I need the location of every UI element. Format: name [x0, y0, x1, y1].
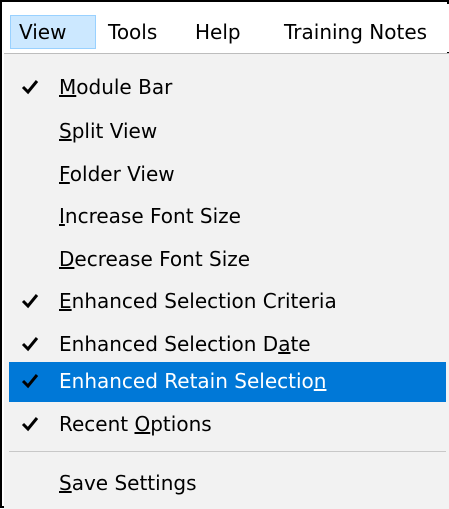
menu-bar: View Tools Help Training Notes: [4, 4, 449, 52]
menu-item-split-view[interactable]: Split View: [9, 112, 446, 152]
checkmark-icon: [21, 417, 39, 432]
menu-item-module-bar[interactable]: Module Bar: [9, 68, 446, 108]
menu-item-label: Enhanced Retain Selection: [59, 369, 327, 393]
menu-item-enhanced-selection-criteria[interactable]: Enhanced Selection Criteria: [9, 282, 446, 322]
menu-item-label: Folder View: [59, 162, 175, 186]
menu-item-label: Split View: [59, 119, 158, 143]
menu-training-notes[interactable]: Training Notes: [284, 15, 427, 49]
checkmark-icon: [21, 294, 39, 309]
checkmark-icon: [21, 80, 39, 95]
menu-item-enhanced-retain-selection[interactable]: Enhanced Retain Selection: [9, 362, 446, 402]
menu-item-enhanced-selection-date[interactable]: Enhanced Selection Date: [9, 325, 446, 365]
menu-item-increase-font-size[interactable]: Increase Font Size: [9, 197, 446, 237]
menu-item-label: Increase Font Size: [59, 204, 241, 228]
menu-item-decrease-font-size[interactable]: Decrease Font Size: [9, 240, 446, 280]
menu-item-label: Save Settings: [59, 471, 197, 495]
menu-item-label: Recent Options: [59, 412, 212, 436]
checkmark-icon: [21, 337, 39, 352]
menu-item-save-settings[interactable]: Save Settings: [9, 464, 446, 504]
menu-item-folder-view[interactable]: Folder View: [9, 155, 446, 195]
menu-item-label: Enhanced Selection Date: [59, 332, 311, 356]
menu-view[interactable]: View: [10, 15, 96, 49]
menu-item-recent-options[interactable]: Recent Options: [9, 405, 446, 445]
menu-item-label: Enhanced Selection Criteria: [59, 289, 337, 313]
application-window: View Tools Help Training Notes Module Ba…: [0, 0, 449, 509]
checkmark-icon: [21, 374, 39, 389]
menu-help[interactable]: Help: [195, 15, 241, 49]
menu-tools[interactable]: Tools: [108, 15, 157, 49]
menu-item-label: Module Bar: [59, 75, 173, 99]
view-dropdown-menu: Module Bar Split View Folder View Increa…: [4, 53, 449, 509]
menu-item-label: Decrease Font Size: [59, 247, 251, 271]
menu-separator: [9, 451, 446, 452]
